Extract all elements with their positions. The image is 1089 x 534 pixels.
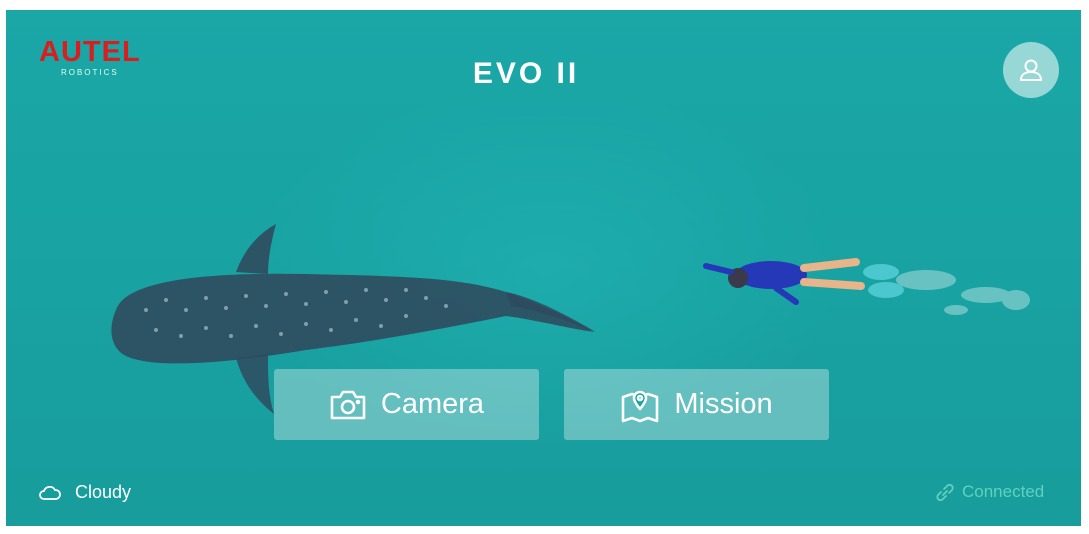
link-icon	[934, 483, 956, 501]
connection-status: Connected	[934, 482, 1044, 502]
home-screen: AUTEL ROBOTICS EVO II Camera Mission Clo…	[6, 10, 1081, 526]
logo-subtitle: ROBOTICS	[60, 68, 119, 77]
weather-label: Cloudy	[75, 482, 132, 502]
product-title: EVO II	[472, 57, 580, 90]
user-icon	[1019, 59, 1043, 81]
connection-label: Connected	[962, 482, 1045, 501]
user-profile-button[interactable]	[1003, 42, 1059, 98]
weather-status: Cloudy	[39, 482, 131, 503]
logo-wordmark: AUTEL	[39, 36, 141, 68]
autel-logo: AUTEL ROBOTICS	[39, 36, 141, 78]
mission-button-label: Mission	[674, 388, 773, 420]
camera-button[interactable]: Camera	[274, 369, 539, 440]
mission-button[interactable]: Mission	[564, 369, 829, 440]
cloud-icon	[39, 485, 61, 500]
camera-button-label: Camera	[380, 388, 485, 420]
camera-icon	[329, 389, 367, 421]
map-pin-icon	[620, 387, 660, 423]
